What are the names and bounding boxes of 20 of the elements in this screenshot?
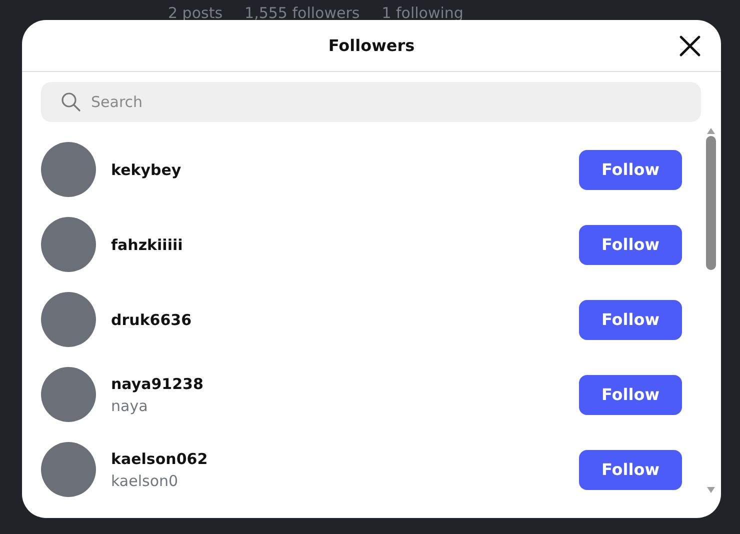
dialog-title: Followers xyxy=(328,36,415,55)
profile-stat: 2 posts xyxy=(168,4,223,22)
follow-button[interactable]: Follow xyxy=(579,300,682,340)
search-field[interactable]: Search xyxy=(41,82,701,122)
follow-button[interactable]: Follow xyxy=(579,224,682,264)
profile-stat: 1,555 followers xyxy=(244,4,360,22)
username[interactable]: druk6636 xyxy=(111,310,564,328)
username[interactable]: naya91238 xyxy=(111,374,564,392)
follow-button[interactable]: Follow xyxy=(579,450,682,490)
username[interactable]: kekybey xyxy=(111,160,564,178)
display-name: kaelson0 xyxy=(111,472,180,490)
username[interactable]: fahzkiiiii xyxy=(111,236,564,254)
search-icon xyxy=(61,92,81,112)
close-button[interactable] xyxy=(679,35,701,57)
profile-stat: 1 following xyxy=(382,4,464,22)
follow-button[interactable]: Follow xyxy=(579,150,682,190)
display-name: naya xyxy=(111,396,149,414)
username[interactable]: kaelson062 xyxy=(111,450,564,468)
search-input[interactable]: Search xyxy=(89,92,681,112)
follow-button[interactable]: Follow xyxy=(579,374,682,414)
